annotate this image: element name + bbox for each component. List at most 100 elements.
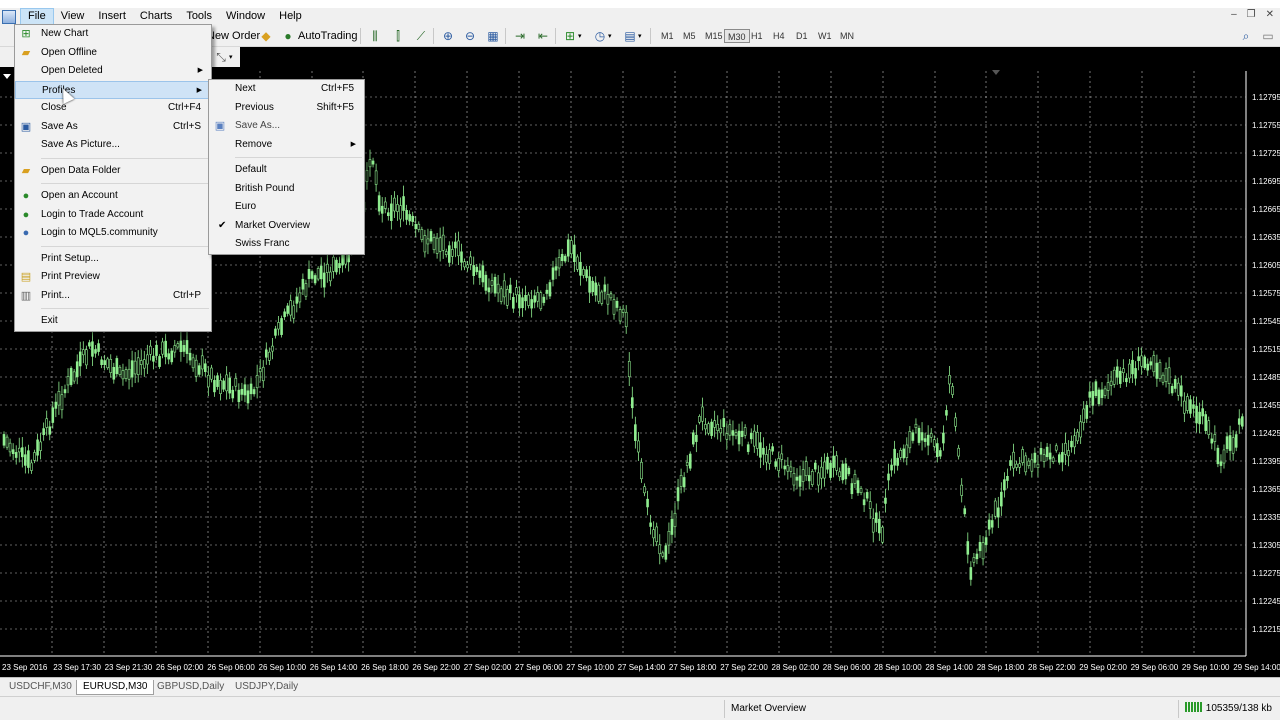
autotrading-button[interactable]: ● AutoTrading [280, 27, 357, 45]
menu-item-print[interactable]: ▥ Print... Ctrl+P [15, 287, 211, 306]
candle-body [289, 300, 293, 316]
menu-item-label: Exit [41, 315, 58, 326]
candle-body [798, 475, 802, 487]
close-icon[interactable]: ✕ [1266, 9, 1274, 20]
menu-item-print-preview[interactable]: ▤ Print Preview [15, 268, 211, 287]
search-button[interactable]: ⌕ [1238, 27, 1254, 45]
objects-button[interactable]: ⤡ ▾ [213, 48, 232, 66]
chat-button[interactable]: ▭ [1260, 27, 1276, 45]
time-label: 27 Sep 06:00 [515, 663, 563, 672]
candle-body [1042, 454, 1046, 462]
autoscroll-button[interactable]: ⇤ [535, 27, 551, 45]
menu-item-new-chart[interactable]: ⊞ New Chart [15, 25, 211, 44]
menu-item-previous[interactable]: Previous Shift+F5 [209, 99, 364, 118]
menu-item-save-as[interactable]: ▣ Save As Ctrl+S [15, 118, 211, 137]
candle-body [240, 388, 244, 395]
indicators-button[interactable]: ⊞ ▾ [562, 27, 582, 45]
menu-item-login-trade-account[interactable]: ● Login to Trade Account [15, 206, 211, 225]
tf-m15[interactable]: M15 [702, 29, 726, 43]
candle-body [1195, 405, 1198, 424]
candle-body [649, 522, 652, 527]
time-label: 23 Sep 2016 [2, 663, 48, 672]
candle-body [365, 170, 369, 182]
zoom-in-button[interactable]: ⊕ [440, 27, 456, 45]
menu-item-profile-swiss-franc[interactable]: Swiss Franc [209, 235, 364, 254]
candle-body [249, 383, 253, 395]
tab-usdjpy[interactable]: USDJPY,Daily [229, 680, 304, 695]
tf-m1[interactable]: M1 [658, 29, 677, 43]
tf-m30[interactable]: M30 [724, 29, 750, 43]
status-traffic: 105359/138 kb [1178, 700, 1280, 718]
menu-item-remove[interactable]: Remove ▶ [209, 136, 364, 155]
menu-separator [41, 245, 209, 247]
tf-mn[interactable]: MN [837, 29, 857, 43]
candle-body [914, 423, 918, 428]
menu-item-print-setup[interactable]: Print Setup... [15, 250, 211, 269]
candle-body [457, 240, 460, 257]
time-label: 28 Sep 18:00 [977, 663, 1025, 672]
menu-item-profile-default[interactable]: Default [209, 161, 364, 180]
chart-shift-button[interactable]: ⇥ [512, 27, 528, 45]
tab-eurusd[interactable]: EURUSD,M30 [76, 680, 155, 695]
candle-body [899, 450, 903, 458]
tab-usdchf[interactable]: USDCHF,M30 [3, 680, 78, 695]
tf-w1[interactable]: W1 [815, 29, 835, 43]
menu-view[interactable]: View [54, 8, 92, 25]
tf-h1[interactable]: H1 [748, 29, 766, 43]
zoom-out-button[interactable]: ⊖ [462, 27, 478, 45]
menu-item-profiles[interactable]: Profiles ▶ [15, 80, 211, 99]
candle-body [1173, 379, 1177, 389]
menu-tools[interactable]: Tools [179, 8, 219, 25]
candle-body [1158, 362, 1162, 379]
periods-button[interactable]: ◷ ▾ [592, 27, 612, 45]
candle-body [185, 340, 189, 354]
new-order-button[interactable]: New Order [207, 27, 260, 45]
candle-body [1219, 461, 1223, 466]
bar-chart-button[interactable]: ⫼ [367, 27, 383, 45]
tf-m5[interactable]: M5 [680, 29, 699, 43]
restore-icon[interactable]: ❐ [1247, 9, 1256, 20]
menu-item-profile-save-as[interactable]: ▣ Save As... [209, 117, 364, 136]
menu-help[interactable]: Help [272, 8, 309, 25]
candle-body [1213, 434, 1217, 442]
menu-item-profile-british-pound[interactable]: British Pound [209, 180, 364, 199]
menu-item-close[interactable]: Close Ctrl+F4 [15, 99, 211, 118]
menu-item-open-data-folder[interactable]: ▰ Open Data Folder [15, 162, 211, 181]
line-chart-button[interactable]: ⟋ [413, 27, 429, 45]
candle-body [1106, 382, 1110, 391]
menu-item-exit[interactable]: Exit [15, 312, 211, 331]
tf-h4[interactable]: H4 [770, 29, 788, 43]
candlestick-button[interactable]: ⫿ [390, 27, 406, 45]
menu-item-open-deleted[interactable]: Open Deleted ▶ [15, 62, 211, 81]
menu-item-save-as-picture[interactable]: Save As Picture... [15, 136, 211, 155]
candle-body [30, 462, 33, 471]
candle-body [182, 345, 186, 352]
menu-item-next[interactable]: Next Ctrl+F5 [209, 80, 364, 99]
metaeditor-button[interactable]: ◆ [258, 27, 274, 45]
tf-d1[interactable]: D1 [793, 29, 811, 43]
tile-windows-button[interactable]: ▦ [485, 27, 501, 45]
candle-body [844, 463, 848, 480]
candle-body [652, 529, 655, 539]
menu-item-open-offline[interactable]: ▰ Open Offline [15, 44, 211, 63]
candle-body [1122, 368, 1125, 374]
candle-body [536, 292, 540, 302]
menu-item-open-account[interactable]: ● Open an Account [15, 187, 211, 206]
templates-button[interactable]: ▤ ▾ [622, 27, 641, 45]
candle-body [460, 251, 463, 263]
tab-gbpusd[interactable]: GBPUSD,Daily [151, 680, 230, 695]
menu-item-profile-market-overview[interactable]: ✔ Market Overview [209, 217, 364, 236]
menu-file[interactable]: File [20, 8, 54, 25]
menu-window[interactable]: Window [219, 8, 272, 25]
time-label: 26 Sep 18:00 [361, 663, 409, 672]
menu-item-login-mql5[interactable]: ● Login to MQL5.community [15, 224, 211, 243]
candle-body [1201, 408, 1204, 417]
menu-insert[interactable]: Insert [91, 8, 133, 25]
minimize-icon[interactable]: – [1231, 9, 1237, 20]
menu-charts[interactable]: Charts [133, 8, 179, 25]
candle-body [691, 432, 695, 445]
menu-item-profile-euro[interactable]: Euro [209, 198, 364, 217]
checkmark-icon: ✔ [218, 219, 227, 231]
metatrader-window: File View Insert Charts Tools Window Hel… [0, 0, 1280, 720]
candle-body [792, 473, 796, 486]
